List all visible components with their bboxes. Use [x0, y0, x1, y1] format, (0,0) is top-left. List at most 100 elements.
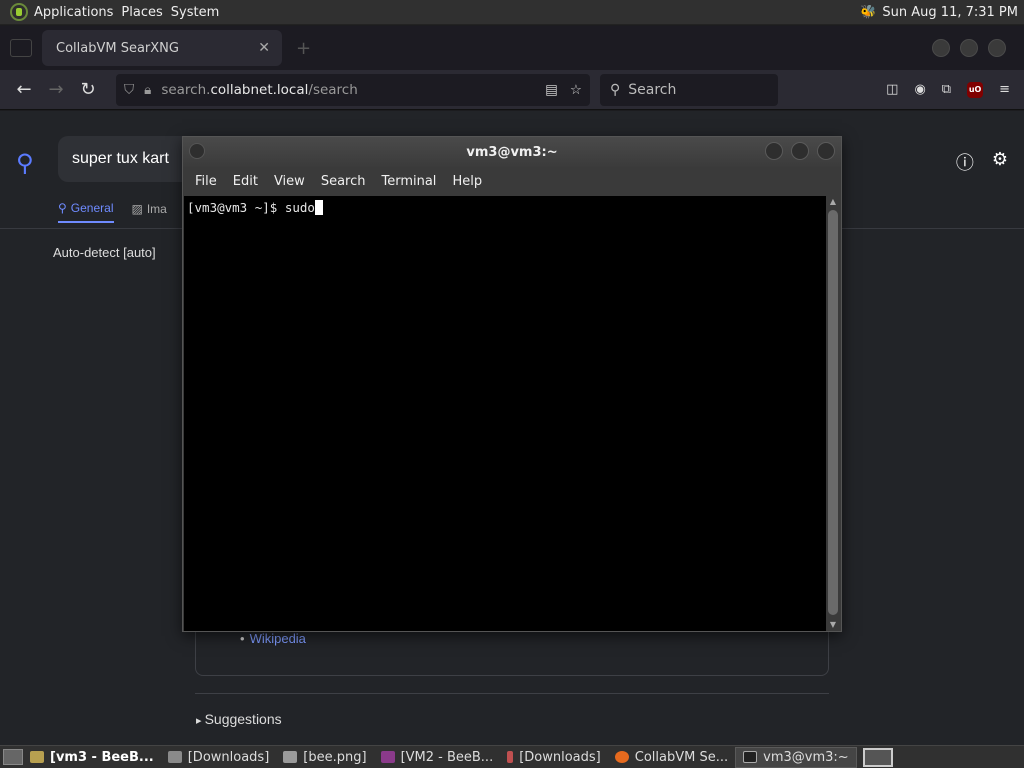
torch-icon: [507, 751, 514, 763]
panel-tray: 🐝 Sun Aug 11, 7:31 PM: [860, 5, 1024, 20]
url-path: /search: [308, 81, 358, 98]
back-arrow-icon[interactable]: ←: [8, 74, 40, 106]
search-icon: ⚲: [58, 201, 67, 215]
terminal-icon: [743, 751, 758, 763]
search-icon: ⚲: [610, 81, 621, 98]
menu-search[interactable]: Search: [313, 174, 374, 189]
extensions-icon[interactable]: ⧉: [942, 82, 951, 97]
wikipedia-link[interactable]: Wikipedia: [240, 631, 306, 646]
taskbar-item-label: [VM2 - BeeB...: [400, 749, 494, 765]
tab-collabvm-searxng[interactable]: CollabVM SearXNG ✕: [42, 30, 282, 66]
hamburger-menu-icon[interactable]: ≡: [999, 82, 1010, 97]
taskbar-item[interactable]: [VM2 - BeeB...: [374, 747, 501, 768]
show-desktop-icon[interactable]: [3, 749, 23, 765]
category-tabs: ⚲ General ▨ Ima: [58, 201, 167, 223]
searxng-logo-search-icon[interactable]: ⚲: [16, 149, 34, 177]
taskbar-item-label: vm3@vm3:~: [763, 749, 849, 765]
menu-file[interactable]: File: [187, 174, 225, 189]
search-input[interactable]: ⚲ Search: [600, 73, 778, 106]
scrollbar[interactable]: ▲ ▼: [826, 196, 840, 631]
command-input[interactable]: sudo: [285, 200, 315, 215]
minimize-button[interactable]: [932, 39, 950, 57]
urlbar-actions: ▤ ☆: [545, 82, 582, 98]
clock[interactable]: Sun Aug 11, 7:31 PM: [882, 5, 1018, 20]
toolbar-icons: ◫ ◉ ⧉ uO ≡: [886, 81, 1024, 98]
taskbar: [vm3 - BeeB... [Downloads] [bee.png] [VM…: [0, 745, 1024, 768]
tab-general-label: General: [70, 201, 114, 215]
url-host: collabnet.local: [210, 81, 309, 98]
menu-edit[interactable]: Edit: [225, 174, 266, 189]
bookmark-star-icon[interactable]: ☆: [570, 82, 582, 98]
firefox-navbar: ← → ↻ ⛉ 🔒︎ search. collabnet.local/search…: [0, 70, 1024, 110]
suggestions-toggle[interactable]: Suggestions: [196, 711, 282, 727]
menu-places[interactable]: Places: [121, 5, 170, 20]
close-window-button[interactable]: [817, 142, 835, 160]
image-icon: ▨: [131, 202, 143, 216]
reader-view-icon[interactable]: ▤: [545, 82, 558, 98]
menu-help[interactable]: Help: [444, 174, 490, 189]
bee-tray-icon[interactable]: 🐝: [860, 5, 876, 20]
menu-applications[interactable]: Applications: [34, 5, 121, 20]
taskbar-item[interactable]: [vm3 - BeeB...: [23, 747, 161, 768]
prompt: [vm3@vm3 ~]$: [187, 200, 285, 215]
bee-icon: [30, 751, 44, 763]
pocket-icon[interactable]: ◫: [886, 82, 898, 97]
tab-title: CollabVM SearXNG: [56, 40, 179, 56]
taskbar-item-label: [Downloads]: [519, 749, 601, 765]
taskbar-item[interactable]: [bee.png]: [276, 747, 373, 768]
scroll-up-icon[interactable]: ▲: [826, 196, 840, 208]
terminal-title: vm3@vm3:~: [466, 144, 558, 160]
scroll-thumb[interactable]: [828, 210, 838, 615]
close-window-button[interactable]: [988, 39, 1006, 57]
app-icon: [380, 751, 395, 763]
taskbar-item-label: [Downloads]: [187, 749, 270, 765]
terminal-titlebar[interactable]: vm3@vm3:~: [183, 137, 841, 167]
image-icon: [283, 751, 298, 763]
ublock-icon[interactable]: uO: [967, 81, 984, 98]
forward-arrow-icon[interactable]: →: [40, 74, 72, 106]
page-actions: ⓘ ⚙: [956, 149, 1008, 175]
lock-icon[interactable]: 🔒︎: [144, 82, 151, 98]
shield-icon[interactable]: ⛉: [124, 82, 134, 98]
terminal-output[interactable]: [vm3@vm3 ~]$ sudo: [184, 196, 826, 631]
taskbar-item[interactable]: vm3@vm3:~: [735, 746, 857, 768]
info-icon[interactable]: ⓘ: [956, 149, 974, 175]
menu-view[interactable]: View: [266, 174, 313, 189]
language-select[interactable]: Auto-detect [auto]: [53, 245, 156, 260]
window-menu-icon[interactable]: [189, 143, 205, 159]
gnome-foot-icon[interactable]: [10, 3, 28, 21]
url-bar[interactable]: ⛉ 🔒︎ search. collabnet.local/search ▤ ☆: [116, 73, 590, 106]
minimize-button[interactable]: [765, 142, 783, 160]
top-panel: Applications Places System 🐝 Sun Aug 11,…: [0, 0, 1024, 25]
taskbar-item[interactable]: [Downloads]: [500, 747, 608, 768]
maximize-button[interactable]: [960, 39, 978, 57]
account-icon[interactable]: ◉: [914, 82, 925, 97]
menu-terminal[interactable]: Terminal: [373, 174, 444, 189]
taskbar-item[interactable]: [Downloads]: [161, 747, 277, 768]
text-cursor: [314, 200, 323, 215]
workspace-switcher[interactable]: [862, 747, 893, 767]
tab-general[interactable]: ⚲ General: [58, 201, 114, 223]
terminal-window-controls: [765, 142, 835, 160]
menu-system[interactable]: System: [171, 5, 227, 20]
firefox-tabbar: CollabVM SearXNG ✕ +: [0, 26, 1024, 70]
taskbar-item-label: [bee.png]: [303, 749, 367, 765]
scroll-down-icon[interactable]: ▼: [826, 619, 840, 631]
tab-list-icon[interactable]: [10, 39, 32, 57]
search-placeholder: Search: [628, 81, 677, 98]
close-icon[interactable]: ✕: [258, 40, 270, 56]
gear-icon[interactable]: ⚙: [992, 149, 1008, 175]
taskbar-item[interactable]: CollabVM Se...: [608, 747, 735, 768]
firefox-icon: [614, 751, 629, 763]
taskbar-item-label: CollabVM Se...: [634, 749, 729, 765]
folder-icon: [167, 751, 182, 763]
window-controls: [932, 39, 1024, 57]
terminal-window: vm3@vm3:~ File Edit View Search Terminal…: [182, 136, 842, 632]
divider: [195, 693, 829, 694]
reload-icon[interactable]: ↻: [72, 74, 104, 106]
taskbar-item-label: [vm3 - BeeB...: [50, 749, 154, 765]
maximize-button[interactable]: [791, 142, 809, 160]
new-tab-icon[interactable]: +: [296, 38, 311, 59]
tab-images[interactable]: ▨ Ima: [132, 201, 167, 223]
terminal-menubar: File Edit View Search Terminal Help: [183, 167, 841, 195]
